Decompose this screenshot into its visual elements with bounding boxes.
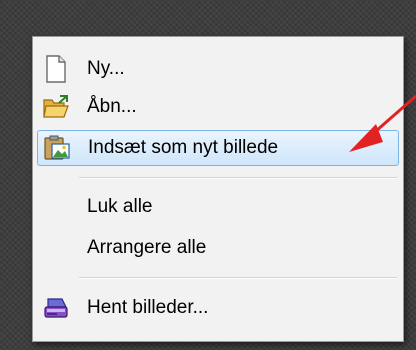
- menu-item-new[interactable]: Ny...: [37, 51, 399, 87]
- menu-item-paste-as-new-image[interactable]: Indsæt som nyt billede: [37, 130, 399, 166]
- menu-separator: [79, 277, 397, 279]
- paste-image-icon: [42, 133, 72, 163]
- menu-item-close-all[interactable]: Luk alle: [37, 189, 399, 225]
- menu-separator: [79, 177, 397, 179]
- context-menu: Ny... Åbn... Indsæt som nyt billede Luk …: [32, 36, 404, 342]
- new-document-icon: [41, 54, 71, 84]
- menu-item-label: Indsæt som nyt billede: [88, 137, 279, 158]
- menu-item-label: Arrangere alle: [87, 237, 207, 258]
- menu-item-arrange-all[interactable]: Arrangere alle: [37, 230, 399, 266]
- menu-item-label: Hent billeder...: [87, 297, 209, 318]
- menu-item-open[interactable]: Åbn...: [37, 89, 399, 125]
- menu-item-label: Luk alle: [87, 196, 153, 217]
- menu-item-get-images[interactable]: Hent billeder...: [37, 290, 399, 326]
- menu-item-label: Ny...: [87, 58, 125, 79]
- scanner-icon: [41, 293, 71, 323]
- open-folder-icon: [41, 92, 71, 122]
- menu-item-label: Åbn...: [87, 96, 137, 117]
